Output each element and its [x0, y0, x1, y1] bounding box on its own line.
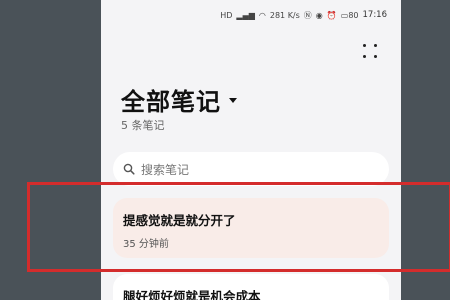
alarm-icon: ⏰: [326, 10, 337, 20]
signal-icon: ▂▄▆: [236, 10, 255, 20]
nfc-icon: Ⓝ: [303, 10, 312, 20]
phone-screen: HD ▂▄▆ ◠ 281 K/s Ⓝ ◉ ⏰ ▭80 17:16 全部笔记 5 …: [101, 0, 401, 300]
hd-icon: HD: [220, 10, 233, 20]
page-title: 全部笔记: [121, 88, 221, 116]
screen: HD ▂▄▆ ◠ 281 K/s Ⓝ ◉ ⏰ ▭80 17:16 全部笔记 5 …: [0, 0, 450, 300]
note-title: 腿好烦好烦就是机会成本: [123, 289, 261, 300]
search-icon: [123, 163, 135, 175]
wifi-icon: ◠: [258, 10, 266, 20]
search-placeholder: 搜索笔记: [141, 162, 190, 177]
more-dot-icon: [373, 44, 377, 47]
note-item[interactable]: 提感觉就是就分开了 35 分钟前: [113, 198, 389, 258]
battery-icon: ▭80: [340, 10, 359, 20]
status-bar: HD ▂▄▆ ◠ 281 K/s Ⓝ ◉ ⏰ ▭80 17:16: [101, 0, 401, 30]
clock: 17:16: [362, 10, 388, 20]
status-icons: HD ▂▄▆ ◠ 281 K/s Ⓝ ◉ ⏰ ▭80: [220, 10, 358, 21]
more-dot-icon: [373, 55, 377, 58]
search-bar[interactable]: 搜索笔记: [113, 152, 389, 186]
dropdown-caret-icon: [229, 98, 237, 103]
note-item[interactable]: 腿好烦好烦就是机会成本: [113, 274, 389, 300]
battery-level: 80: [348, 10, 359, 20]
eye-icon: ◉: [315, 10, 323, 20]
more-dot-icon: [363, 44, 366, 47]
note-time: 35 分钟前: [123, 239, 169, 250]
data-speed: 281 K/s: [269, 10, 300, 20]
more-dot-icon: [363, 55, 366, 58]
folder-selector[interactable]: 全部笔记: [121, 82, 237, 117]
more-options-button[interactable]: [363, 44, 379, 62]
note-title: 提感觉就是就分开了: [123, 213, 236, 228]
note-count: 5 条笔记: [121, 119, 165, 132]
